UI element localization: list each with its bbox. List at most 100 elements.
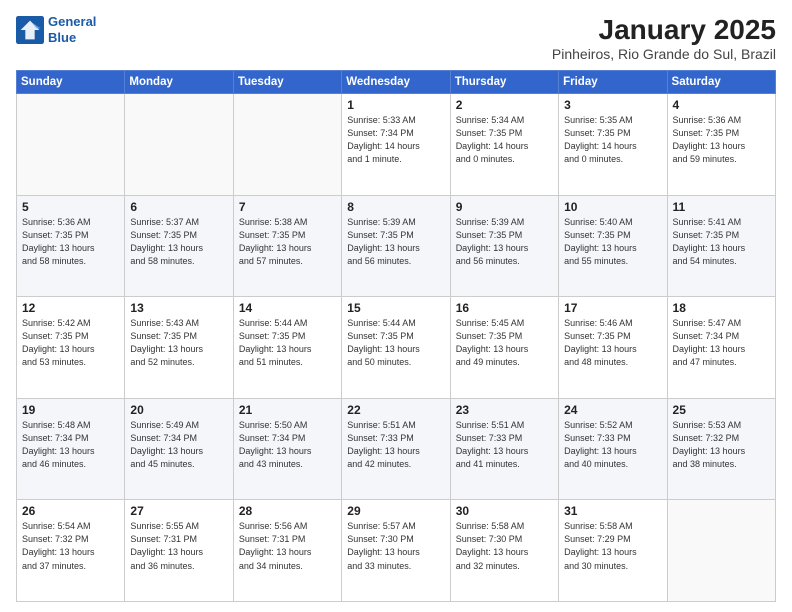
cell-day-number: 5 bbox=[22, 200, 119, 214]
calendar-cell: 4Sunrise: 5:36 AMSunset: 7:35 PMDaylight… bbox=[667, 94, 775, 196]
calendar-cell: 24 Sunrise: 5:52 AMSunset: 7:33 PMDayligh… bbox=[559, 398, 667, 500]
cell-day-number: 27 bbox=[130, 504, 227, 518]
cell-info: Sunrise: 5:48 AMSunset: 7:34 PMDaylight:… bbox=[22, 419, 119, 471]
calendar-cell: 16 Sunrise: 5:45 AMSunset: 7:35 PMDayligh… bbox=[450, 297, 558, 399]
calendar-cell: 15 Sunrise: 5:44 AMSunset: 7:35 PMDayligh… bbox=[342, 297, 450, 399]
calendar-cell: 2Sunrise: 5:34 AMSunset: 7:35 PMDaylight… bbox=[450, 94, 558, 196]
cell-day-number: 10 bbox=[564, 200, 661, 214]
cell-info: Sunrise: 5:42 AMSunset: 7:35 PMDaylight:… bbox=[22, 317, 119, 369]
page: General Blue January 2025 Pinheiros, Rio… bbox=[0, 0, 792, 612]
cell-info: Sunrise: 5:39 AMSunset: 7:35 PMDaylight:… bbox=[456, 216, 553, 268]
cell-day-number: 18 bbox=[673, 301, 770, 315]
cell-info: Sunrise: 5:54 AMSunset: 7:32 PMDaylight:… bbox=[22, 520, 119, 572]
cell-day-number: 15 bbox=[347, 301, 444, 315]
calendar-cell: 25Sunrise: 5:53 AMSunset: 7:32 PMDayligh… bbox=[667, 398, 775, 500]
cell-day-number: 25 bbox=[673, 403, 770, 417]
calendar-cell: 9 Sunrise: 5:39 AMSunset: 7:35 PMDaylight… bbox=[450, 195, 558, 297]
cell-day-number: 12 bbox=[22, 301, 119, 315]
calendar-cell: 28Sunrise: 5:56 AMSunset: 7:31 PMDayligh… bbox=[233, 500, 341, 602]
calendar-cell: 18 Sunrise: 5:47 AMSunset: 7:34 PMDayligh… bbox=[667, 297, 775, 399]
calendar-cell: 19Sunrise: 5:48 AMSunset: 7:34 PMDayligh… bbox=[17, 398, 125, 500]
calendar-cell: 26 Sunrise: 5:54 AMSunset: 7:32 PMDayligh… bbox=[17, 500, 125, 602]
calendar-cell: 5 Sunrise: 5:36 AMSunset: 7:35 PMDaylight… bbox=[17, 195, 125, 297]
calendar-cell: 6 Sunrise: 5:37 AMSunset: 7:35 PMDaylight… bbox=[125, 195, 233, 297]
cell-info: Sunrise: 5:37 AMSunset: 7:35 PMDaylight:… bbox=[130, 216, 227, 268]
cell-info: Sunrise: 5:50 AMSunset: 7:34 PMDaylight:… bbox=[239, 419, 336, 471]
cell-day-number: 23 bbox=[456, 403, 553, 417]
calendar: SundayMondayTuesdayWednesdayThursdayFrid… bbox=[16, 70, 776, 602]
calendar-cell: 11Sunrise: 5:41 AMSunset: 7:35 PMDayligh… bbox=[667, 195, 775, 297]
cell-info: Sunrise: 5:57 AMSunset: 7:30 PMDaylight:… bbox=[347, 520, 444, 572]
calendar-cell: 23 Sunrise: 5:51 AMSunset: 7:33 PMDayligh… bbox=[450, 398, 558, 500]
calendar-header-monday: Monday bbox=[125, 71, 233, 94]
cell-info: Sunrise: 5:40 AMSunset: 7:35 PMDaylight:… bbox=[564, 216, 661, 268]
main-title: January 2025 bbox=[552, 14, 776, 46]
cell-info: Sunrise: 5:36 AMSunset: 7:35 PMDaylight:… bbox=[22, 216, 119, 268]
cell-info: Sunrise: 5:51 AMSunset: 7:33 PMDaylight:… bbox=[347, 419, 444, 471]
cell-day-number: 16 bbox=[456, 301, 553, 315]
cell-day-number: 31 bbox=[564, 504, 661, 518]
calendar-cell: 1 Sunrise: 5:33 AMSunset: 7:34 PMDaylight… bbox=[342, 94, 450, 196]
calendar-cell bbox=[233, 94, 341, 196]
cell-info: Sunrise: 5:35 AMSunset: 7:35 PMDaylight:… bbox=[564, 114, 661, 166]
calendar-cell: 31 Sunrise: 5:58 AMSunset: 7:29 PMDayligh… bbox=[559, 500, 667, 602]
cell-day-number: 6 bbox=[130, 200, 227, 214]
calendar-cell: 20Sunrise: 5:49 AMSunset: 7:34 PMDayligh… bbox=[125, 398, 233, 500]
calendar-cell: 21 Sunrise: 5:50 AMSunset: 7:34 PMDayligh… bbox=[233, 398, 341, 500]
header: General Blue January 2025 Pinheiros, Rio… bbox=[16, 14, 776, 62]
cell-day-number: 26 bbox=[22, 504, 119, 518]
cell-day-number: 17 bbox=[564, 301, 661, 315]
calendar-cell: 12 Sunrise: 5:42 AMSunset: 7:35 PMDayligh… bbox=[17, 297, 125, 399]
cell-info: Sunrise: 5:52 AMSunset: 7:33 PMDaylight:… bbox=[564, 419, 661, 471]
cell-day-number: 8 bbox=[347, 200, 444, 214]
cell-day-number: 11 bbox=[673, 200, 770, 214]
calendar-header-wednesday: Wednesday bbox=[342, 71, 450, 94]
cell-info: Sunrise: 5:44 AMSunset: 7:35 PMDaylight:… bbox=[239, 317, 336, 369]
logo-text: General Blue bbox=[48, 14, 96, 45]
cell-day-number: 13 bbox=[130, 301, 227, 315]
cell-info: Sunrise: 5:45 AMSunset: 7:35 PMDaylight:… bbox=[456, 317, 553, 369]
cell-day-number: 9 bbox=[456, 200, 553, 214]
cell-info: Sunrise: 5:33 AMSunset: 7:34 PMDaylight:… bbox=[347, 114, 444, 166]
cell-info: Sunrise: 5:34 AMSunset: 7:35 PMDaylight:… bbox=[456, 114, 553, 166]
calendar-week-0: 1 Sunrise: 5:33 AMSunset: 7:34 PMDaylight… bbox=[17, 94, 776, 196]
calendar-cell: 8 Sunrise: 5:39 AMSunset: 7:35 PMDaylight… bbox=[342, 195, 450, 297]
calendar-week-4: 26 Sunrise: 5:54 AMSunset: 7:32 PMDayligh… bbox=[17, 500, 776, 602]
logo-line1: General bbox=[48, 14, 96, 29]
calendar-cell: 14 Sunrise: 5:44 AMSunset: 7:35 PMDayligh… bbox=[233, 297, 341, 399]
calendar-cell: 7Sunrise: 5:38 AMSunset: 7:35 PMDaylight… bbox=[233, 195, 341, 297]
calendar-cell: 3Sunrise: 5:35 AMSunset: 7:35 PMDaylight… bbox=[559, 94, 667, 196]
calendar-cell: 10 Sunrise: 5:40 AMSunset: 7:35 PMDayligh… bbox=[559, 195, 667, 297]
calendar-week-3: 19Sunrise: 5:48 AMSunset: 7:34 PMDayligh… bbox=[17, 398, 776, 500]
calendar-cell: 30Sunrise: 5:58 AMSunset: 7:30 PMDayligh… bbox=[450, 500, 558, 602]
cell-day-number: 1 bbox=[347, 98, 444, 112]
calendar-header-thursday: Thursday bbox=[450, 71, 558, 94]
cell-info: Sunrise: 5:39 AMSunset: 7:35 PMDaylight:… bbox=[347, 216, 444, 268]
cell-info: Sunrise: 5:51 AMSunset: 7:33 PMDaylight:… bbox=[456, 419, 553, 471]
calendar-cell bbox=[125, 94, 233, 196]
calendar-cell bbox=[17, 94, 125, 196]
cell-info: Sunrise: 5:47 AMSunset: 7:34 PMDaylight:… bbox=[673, 317, 770, 369]
title-block: January 2025 Pinheiros, Rio Grande do Su… bbox=[552, 14, 776, 62]
calendar-cell: 13 Sunrise: 5:43 AMSunset: 7:35 PMDayligh… bbox=[125, 297, 233, 399]
cell-day-number: 4 bbox=[673, 98, 770, 112]
logo-line2: Blue bbox=[48, 30, 76, 45]
cell-day-number: 14 bbox=[239, 301, 336, 315]
calendar-header-friday: Friday bbox=[559, 71, 667, 94]
calendar-week-2: 12 Sunrise: 5:42 AMSunset: 7:35 PMDayligh… bbox=[17, 297, 776, 399]
cell-day-number: 24 bbox=[564, 403, 661, 417]
calendar-cell: 22Sunrise: 5:51 AMSunset: 7:33 PMDayligh… bbox=[342, 398, 450, 500]
cell-day-number: 28 bbox=[239, 504, 336, 518]
logo-icon bbox=[16, 16, 44, 44]
cell-info: Sunrise: 5:58 AMSunset: 7:29 PMDaylight:… bbox=[564, 520, 661, 572]
cell-info: Sunrise: 5:46 AMSunset: 7:35 PMDaylight:… bbox=[564, 317, 661, 369]
calendar-header-saturday: Saturday bbox=[667, 71, 775, 94]
cell-day-number: 20 bbox=[130, 403, 227, 417]
calendar-cell: 27 Sunrise: 5:55 AMSunset: 7:31 PMDayligh… bbox=[125, 500, 233, 602]
cell-day-number: 7 bbox=[239, 200, 336, 214]
cell-info: Sunrise: 5:44 AMSunset: 7:35 PMDaylight:… bbox=[347, 317, 444, 369]
cell-info: Sunrise: 5:43 AMSunset: 7:35 PMDaylight:… bbox=[130, 317, 227, 369]
cell-day-number: 21 bbox=[239, 403, 336, 417]
cell-info: Sunrise: 5:55 AMSunset: 7:31 PMDaylight:… bbox=[130, 520, 227, 572]
calendar-header-tuesday: Tuesday bbox=[233, 71, 341, 94]
